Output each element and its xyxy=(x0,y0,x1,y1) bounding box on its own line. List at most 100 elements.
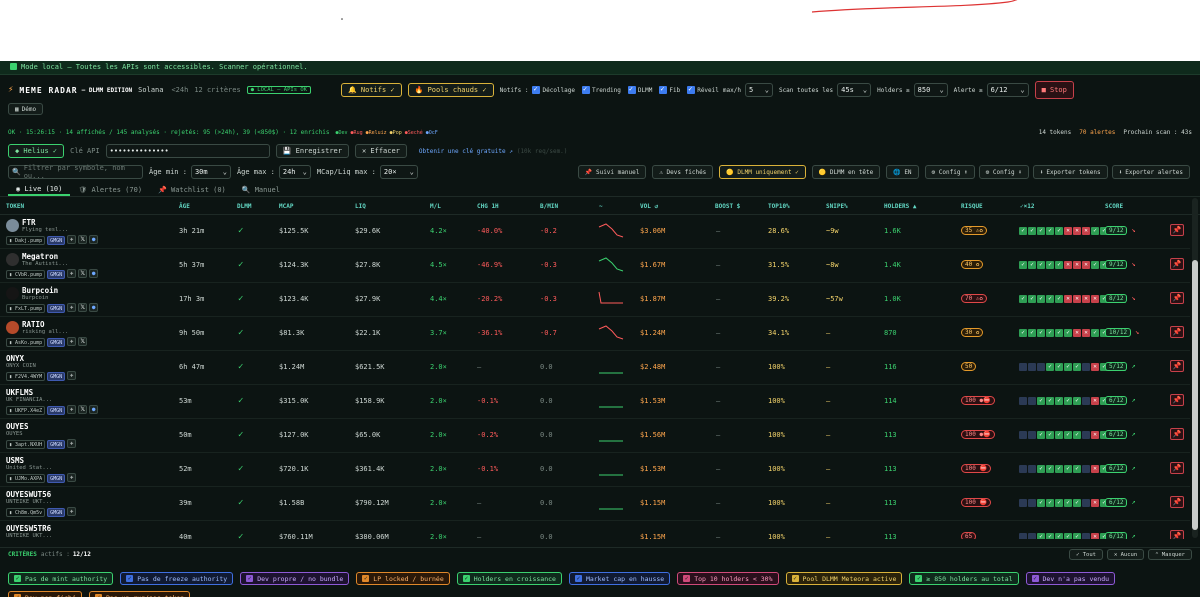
alerte-select[interactable]: 6/12 ⌄ xyxy=(986,83,1029,97)
export-alerts-button[interactable]: ⬇ Exporter alertes xyxy=(1111,165,1191,179)
token-address[interactable]: ▮ Ch8m.Qm5v xyxy=(6,507,46,517)
table-row[interactable]: FTR Flying tesl... ▮ Dakj.pump GMGN ✈ 𝕏 ● 3h… xyxy=(0,215,1190,249)
col-score[interactable]: SCORE xyxy=(1105,203,1123,210)
hot-pools-button[interactable]: 🔥 Pools chauds ✓ xyxy=(407,83,494,97)
flagged-devs-button[interactable]: ⚠ Devs fichés xyxy=(652,165,714,179)
token-address[interactable]: ▮ CVbR.pump xyxy=(6,269,46,279)
criteria-tag[interactable]: ✓ ≥ 850 holders au total xyxy=(909,572,1019,585)
col-mcap[interactable]: MCAP xyxy=(279,203,293,210)
token-address[interactable]: ▮ AsKo.pump xyxy=(6,337,46,347)
table-row[interactable]: Megatron The Autisti... ▮ CVbR.pump GMGN ✈… xyxy=(0,249,1190,283)
pin-icon[interactable]: 📌 xyxy=(1170,428,1184,440)
token-address[interactable]: ▮ Dakj.pump xyxy=(6,235,46,245)
gmgn-link[interactable]: GMGN xyxy=(47,235,66,245)
criteria-none-button[interactable]: ✕ Aucun xyxy=(1107,549,1145,560)
clear-button[interactable]: ✕ Effacer xyxy=(354,144,407,158)
table-row[interactable]: Burpcoin Burpcoin ▮ FxLT.pump GMGN ✈ 𝕏 ● 17h… xyxy=(0,283,1190,317)
table-row[interactable]: RATIO risking all... ▮ AsKo.pump GMGN ✈ 𝕏 9… xyxy=(0,317,1190,351)
gmgn-link[interactable]: GMGN xyxy=(47,405,66,415)
pin-icon[interactable]: 📌 xyxy=(1170,360,1184,372)
rocket-icon[interactable]: ✈ xyxy=(67,371,77,380)
criteria-mask-button[interactable]: ⌃ Masquer xyxy=(1148,549,1192,560)
criteria-tag[interactable]: ✓ Dev propre / no bundle xyxy=(240,572,350,585)
table-row[interactable]: OUYESWUT56 UNTEIKE UKT... ▮ Ch8m.Qm5v GMG… xyxy=(0,487,1190,521)
maxh-select[interactable]: 5 ⌄ xyxy=(744,83,773,97)
criteria-all-button[interactable]: ✓ Tout xyxy=(1069,549,1103,560)
token-address[interactable]: ▮ FxLT.pump xyxy=(6,303,46,313)
check-decollage[interactable] xyxy=(532,85,541,94)
check-trending[interactable] xyxy=(582,85,590,94)
table-row[interactable]: UKFLMS UK FINANCIA... ▮ UKFP.X4eZ GMGN ✈ 𝕏 ●… xyxy=(0,385,1190,419)
gmgn-link[interactable]: GMGN xyxy=(47,439,66,449)
col-boost[interactable]: BOOST $ xyxy=(715,203,740,210)
token-address[interactable]: ▮ F2V4.4WYM xyxy=(6,371,46,381)
token-address[interactable]: ▮ 3apt.NXUH xyxy=(6,439,46,449)
rocket-icon[interactable]: ✈ xyxy=(67,405,77,414)
col-token[interactable]: TOKEN xyxy=(6,203,24,210)
globe-icon[interactable]: ● xyxy=(89,235,99,244)
criteria-tag[interactable]: ✓ Dev n'a pas vendu xyxy=(1025,572,1116,585)
criteria-tag[interactable]: ✓ Pas de freeze authority xyxy=(120,572,234,585)
rocket-icon[interactable]: ✈ xyxy=(67,303,77,312)
pin-icon[interactable]: 📌 xyxy=(1170,394,1184,406)
col-vol[interactable]: VOL ↺ xyxy=(640,203,658,210)
dlmm-only-button[interactable]: 🟡 DLMM uniquement ✓ xyxy=(719,165,806,179)
pin-icon[interactable]: 📌 xyxy=(1170,462,1184,474)
col-dlmm[interactable]: DLMM xyxy=(237,203,251,210)
criteria-tag[interactable]: ✓ LP locked / burnée xyxy=(356,572,450,585)
manual-follow-button[interactable]: 📌 Suivi manuel xyxy=(577,165,647,179)
tab-manual[interactable]: 🔍 Manuel xyxy=(234,183,288,196)
age-max-select[interactable]: 24h ⌄ xyxy=(278,165,311,179)
pin-icon[interactable]: 📌 xyxy=(1170,258,1184,270)
globe-icon[interactable]: ● xyxy=(89,269,99,278)
gmgn-link[interactable]: GMGN xyxy=(47,371,66,381)
col-risk[interactable]: RISQUE xyxy=(961,203,983,210)
pin-icon[interactable]: 📌 xyxy=(1170,292,1184,304)
x-icon[interactable]: 𝕏 xyxy=(78,235,88,244)
criteria-tag[interactable]: ✓ Pool DLMM Meteora active xyxy=(785,572,903,585)
scrollbar-thumb[interactable] xyxy=(1192,260,1198,530)
rocket-icon[interactable]: ✈ xyxy=(67,507,77,516)
criteria-tag[interactable]: ✓ Holders en croissance xyxy=(456,572,562,585)
rocket-icon[interactable]: ✈ xyxy=(67,269,77,278)
globe-icon[interactable]: ● xyxy=(89,405,99,414)
criteria-tag[interactable]: ✓Dev non fiché xyxy=(8,591,82,597)
demo-button[interactable]: ▦ Démo xyxy=(8,103,44,115)
col-holders[interactable]: HOLDERS ▲ xyxy=(884,203,917,210)
criteria-tag[interactable]: ✓ Market cap en hausse xyxy=(568,572,671,585)
gmgn-link[interactable]: GMGN xyxy=(47,337,66,347)
col-ml[interactable]: M/L xyxy=(430,203,441,210)
table-row[interactable]: USMS United Stat... ▮ UJMo.AXPA GMGN ✈ 52m… xyxy=(0,453,1190,487)
search-input[interactable]: 🔍 Filtrer par symbole, nom ou... xyxy=(8,164,143,180)
col-liq[interactable]: LIQ xyxy=(355,203,366,210)
table-row[interactable]: ONYX ONYX COIN ▮ F2V4.4WYM GMGN ✈ 6h 47m ✓… xyxy=(0,351,1190,385)
tab-watchlist[interactable]: 📌 Watchlist (0) xyxy=(150,183,234,196)
token-address[interactable]: ▮ UKFP.X4eZ xyxy=(6,405,46,415)
scrollbar[interactable] xyxy=(1192,198,1198,538)
free-key-link[interactable]: Obtenir une clé gratuite ↗ xyxy=(419,148,513,155)
criteria-tag[interactable]: ✓Pas un rug/soc token xyxy=(88,591,191,597)
col-age[interactable]: ÂGE xyxy=(179,203,190,210)
scan-select[interactable]: 45s ⌄ xyxy=(837,83,872,97)
check-dlmm[interactable] xyxy=(627,85,636,94)
lang-button[interactable]: 🌐 EN xyxy=(886,165,919,179)
pin-icon[interactable]: 📌 xyxy=(1170,224,1184,236)
rocket-icon[interactable]: ✈ xyxy=(67,473,77,482)
pin-icon[interactable]: 📌 xyxy=(1170,530,1184,539)
age-min-select[interactable]: 30m ⌄ xyxy=(190,165,231,179)
table-row[interactable]: OUYES OUYES ▮ 3apt.NXUH GMGN ✈ 50m ✓ $127.… xyxy=(0,419,1190,453)
rocket-icon[interactable]: ✈ xyxy=(67,235,77,244)
config-down-button[interactable]: ⚙ Config ⬇ xyxy=(978,165,1029,179)
tab-alerts[interactable]: 🛡 Alertes (70) xyxy=(70,183,150,196)
criteria-tag[interactable]: ✓ Top 10 holders < 30% xyxy=(677,572,779,585)
stop-button[interactable]: ■ Stop xyxy=(1034,81,1074,99)
col-chg[interactable]: CHG 1H xyxy=(477,203,499,210)
x-icon[interactable]: 𝕏 xyxy=(78,405,88,414)
pin-icon[interactable]: 📌 xyxy=(1170,326,1184,338)
holders-select[interactable]: 850 ⌄ xyxy=(913,83,948,97)
rocket-icon[interactable]: ✈ xyxy=(67,337,77,346)
x-icon[interactable]: 𝕏 xyxy=(78,337,88,346)
gmgn-link[interactable]: GMGN xyxy=(47,269,66,279)
pin-icon[interactable]: 📌 xyxy=(1170,496,1184,508)
notifs-button[interactable]: 🔔 Notifs ✓ xyxy=(340,83,402,97)
